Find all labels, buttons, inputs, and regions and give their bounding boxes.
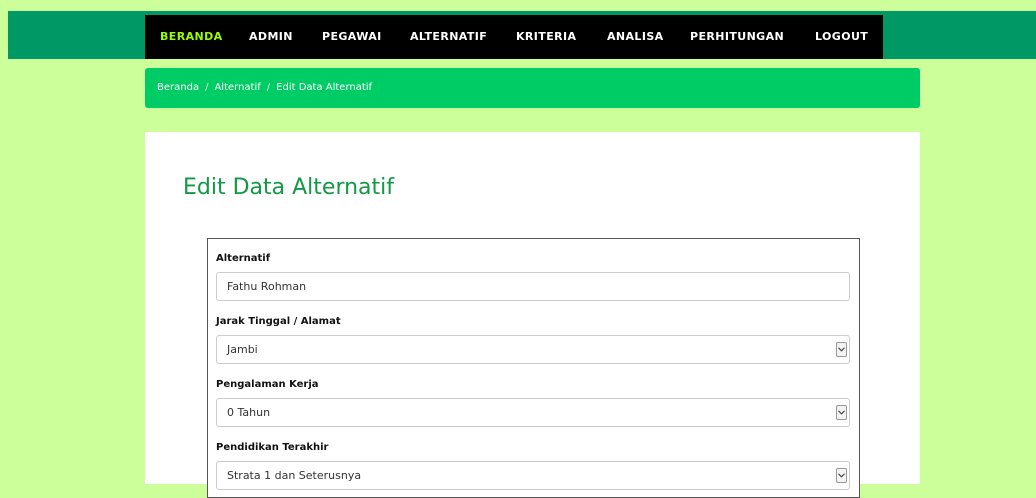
- breadcrumb-current: Edit Data Alternatif: [276, 82, 373, 93]
- chevron-down-icon: [836, 468, 847, 483]
- nav-item-kriteria[interactable]: KRITERIA: [516, 15, 576, 59]
- pendidikan-terakhir-value: Strata 1 dan Seterusnya: [227, 469, 362, 482]
- jarak-tinggal-value: Jambi: [227, 343, 258, 356]
- nav-item-analisa[interactable]: ANALISA: [607, 15, 664, 59]
- jarak-tinggal-select[interactable]: Jambi: [216, 335, 850, 364]
- breadcrumb-section-link[interactable]: Alternatif: [214, 82, 260, 93]
- breadcrumb: Beranda / Alternatif / Edit Data Alternatif: [145, 68, 920, 108]
- pengalaman-kerja-select[interactable]: 0 Tahun: [216, 398, 850, 427]
- alternatif-label: Alternatif: [216, 253, 271, 264]
- pendidikan-terakhir-label: Pendidikan Terakhir: [216, 442, 329, 453]
- alternatif-input[interactable]: Fathu Rohman: [216, 272, 850, 301]
- edit-form: Alternatif Fathu Rohman Jarak Tinggal / …: [207, 238, 860, 498]
- nav-item-logout[interactable]: LOGOUT: [815, 15, 868, 59]
- breadcrumb-separator: /: [266, 82, 271, 93]
- pendidikan-terakhir-select[interactable]: Strata 1 dan Seterusnya: [216, 461, 850, 490]
- nav-item-beranda[interactable]: BERANDA: [160, 15, 223, 59]
- main-navbar: BERANDA ADMIN PEGAWAI ALTERNATIF KRITERI…: [145, 15, 883, 59]
- page-title: Edit Data Alternatif: [183, 175, 395, 200]
- pengalaman-kerja-value: 0 Tahun: [227, 406, 271, 419]
- nav-item-alternatif[interactable]: ALTERNATIF: [410, 15, 487, 59]
- breadcrumb-separator: /: [205, 82, 209, 93]
- nav-item-pegawai[interactable]: PEGAWAI: [322, 15, 382, 59]
- jarak-tinggal-label: Jarak Tinggal / Alamat: [216, 316, 341, 327]
- nav-item-perhitungan[interactable]: PERHITUNGAN: [690, 15, 784, 59]
- content-panel: Edit Data Alternatif Alternatif Fathu Ro…: [145, 132, 920, 498]
- chevron-down-icon: [836, 405, 847, 420]
- pengalaman-kerja-label: Pengalaman Kerja: [216, 379, 319, 390]
- breadcrumb-home-link[interactable]: Beranda: [157, 82, 199, 93]
- chevron-down-icon: [836, 342, 847, 357]
- nav-item-admin[interactable]: ADMIN: [249, 15, 293, 59]
